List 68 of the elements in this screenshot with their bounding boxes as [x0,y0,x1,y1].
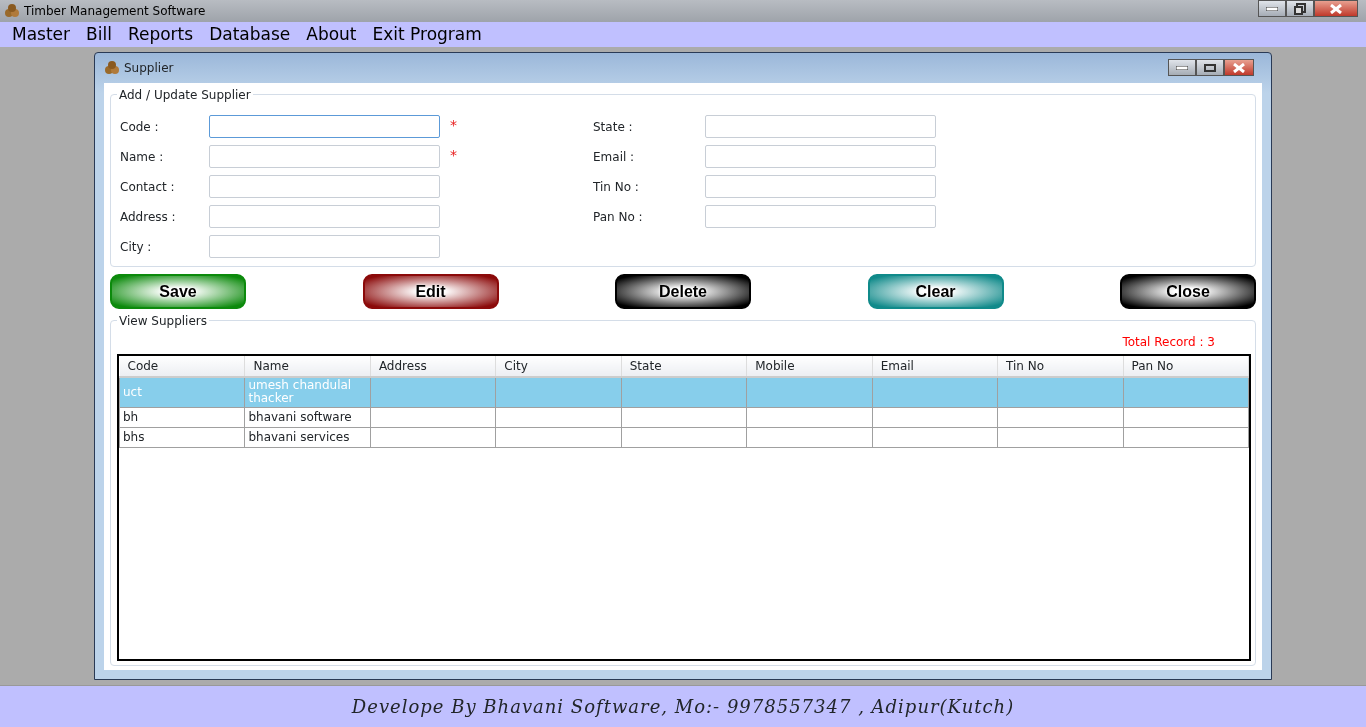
minimize-button[interactable] [1168,59,1196,76]
field-label: Email : [593,148,636,166]
column-header: Mobile [746,356,873,377]
minimize-icon [1266,6,1278,11]
input-field[interactable] [209,235,440,258]
close-icon [1330,3,1342,14]
menu-item[interactable]: Master [4,21,79,48]
input-field[interactable] [705,115,936,138]
menu-item[interactable]: Exit Program [364,21,490,48]
group-legend: Add / Update Supplier [117,86,253,104]
total-record-text: Total Record : 3 [1121,334,1216,351]
input-field[interactable] [209,205,440,228]
logs-icon [4,3,20,19]
column-header: Code [119,356,245,377]
field-label: State : [593,118,634,136]
table-cell: uct [119,377,245,407]
menu-item[interactable]: Bill [78,21,120,48]
field-label: Name : [120,148,165,166]
input-field[interactable] [705,175,936,198]
window-title: Timber Management Software [24,3,206,20]
maximize-button[interactable] [1196,59,1224,76]
restore-button[interactable] [1286,0,1314,17]
column-header: City [495,356,622,377]
column-header: Tin No [997,356,1123,377]
column-header: State [621,356,747,377]
minimize-icon [1176,65,1188,70]
table-row[interactable]: bhs bhavani services [119,427,1249,447]
action-button[interactable]: Delete [615,274,751,309]
field-label: City : [120,238,153,256]
action-button[interactable]: Save [110,274,246,309]
input-field[interactable] [705,205,936,228]
table-cell: umesh chandulal thacker [244,377,371,407]
required-mark: * [450,146,457,165]
field-label: Code : [120,118,160,136]
action-button[interactable]: Clear [867,274,1004,309]
footer-text: Develope By Bhavani Software, Mo:- 9978557347 , Adipur(Kutch) [351,695,1015,719]
close-button[interactable] [1224,59,1254,76]
table-cell: bhavani services [244,427,371,447]
minimize-button[interactable] [1258,0,1286,17]
field-label: Contact : [120,178,176,196]
action-button[interactable]: Edit [362,274,499,309]
group-legend: View Suppliers [117,312,209,330]
logs-icon [104,60,120,76]
input-field[interactable] [705,145,936,168]
column-header: Pan No [1123,356,1249,377]
menu-item[interactable]: About [298,21,365,48]
table-cell: bh [119,407,245,427]
table-cell: bhavani software [244,407,371,427]
input-field[interactable] [209,175,440,198]
column-header: Email [872,356,998,377]
input-field[interactable] [209,145,440,168]
action-button[interactable]: Close [1120,274,1256,309]
maximize-icon [1204,63,1216,72]
menu-item[interactable]: Reports [119,21,202,48]
table-row[interactable]: bh bhavani software [119,407,1249,427]
field-label: Pan No : [593,208,644,226]
close-icon [1233,62,1245,73]
close-button[interactable] [1314,0,1358,17]
required-mark: * [450,116,457,135]
column-header: Name [244,356,371,377]
column-header: Address [370,356,496,377]
menu-item[interactable]: Database [201,21,299,48]
child-window-title: Supplier [124,60,174,77]
table-cell: bhs [119,427,245,447]
restore-icon [1294,2,1306,15]
field-label: Address : [120,208,177,226]
field-label: Tin No : [593,178,640,196]
input-field[interactable] [209,115,440,138]
